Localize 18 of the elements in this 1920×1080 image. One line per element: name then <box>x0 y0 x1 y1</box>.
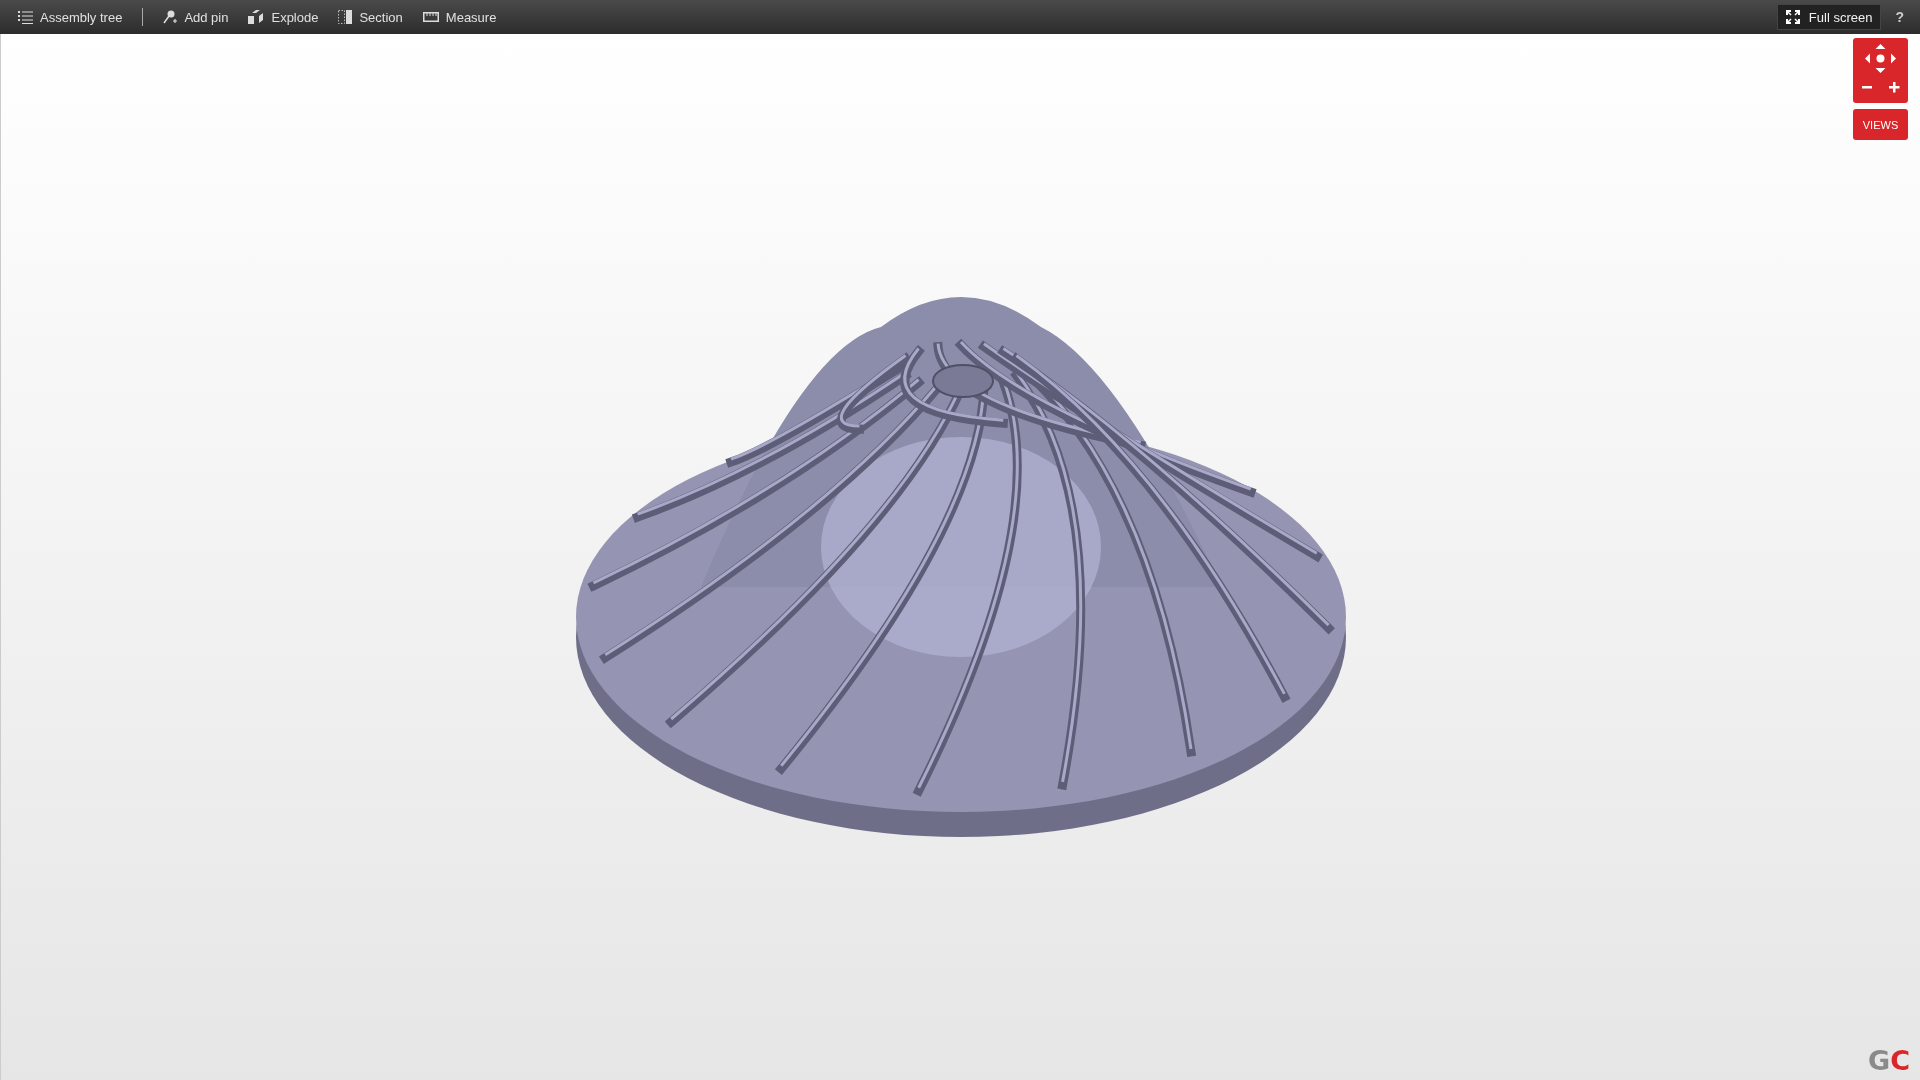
toolbar-button[interactable]: Assembly tree <box>10 4 131 30</box>
list-icon <box>18 10 33 24</box>
expand-icon <box>1785 10 1800 24</box>
navigation-pad[interactable] <box>1853 38 1908 103</box>
blocks-icon <box>248 10 265 24</box>
toolbar-button[interactable]: Measure <box>414 4 505 30</box>
section-icon <box>338 10 353 24</box>
toolbar-button[interactable]: Explode <box>240 4 327 30</box>
pin-add-icon <box>163 10 178 24</box>
views-button[interactable]: VIEWS <box>1853 109 1908 140</box>
help-button[interactable]: ? <box>1889 9 1910 25</box>
full-screen-button[interactable]: Full screen <box>1776 4 1882 30</box>
zoom-in-icon[interactable] <box>1889 82 1900 93</box>
logo: GC <box>1868 1045 1910 1076</box>
ruler-icon <box>422 12 439 22</box>
pan-arrows-icon[interactable] <box>1865 44 1896 73</box>
toolbar-button[interactable]: Add pin <box>155 4 237 30</box>
toolbar-button[interactable]: Section <box>330 4 411 30</box>
